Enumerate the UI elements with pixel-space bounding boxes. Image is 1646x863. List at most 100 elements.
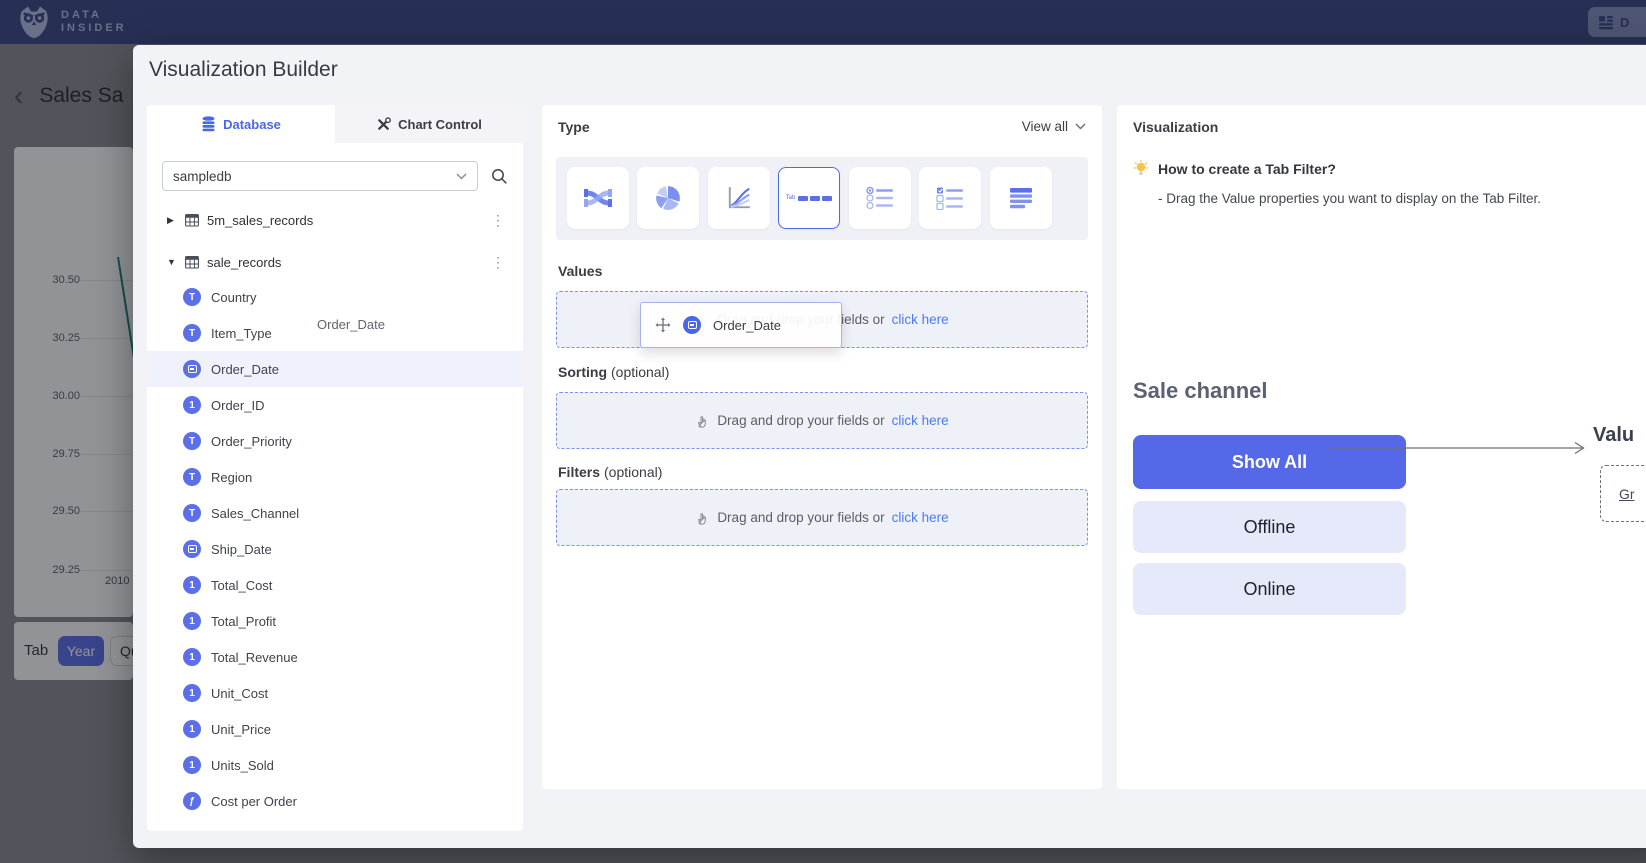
table-icon (185, 214, 199, 227)
field-row-units-sold[interactable]: 1Units_Sold (147, 747, 523, 783)
field-row-sales-channel[interactable]: TSales_Channel (147, 495, 523, 531)
chart-type-data-table[interactable] (990, 167, 1052, 229)
hand-pointer-icon (695, 413, 710, 429)
view-all-label: View all (1022, 119, 1068, 134)
number-type-icon: 1 (183, 684, 201, 702)
number-type-icon: 1 (183, 720, 201, 738)
kebab-menu-icon[interactable]: ⋮ (491, 254, 505, 271)
tab-chart-control[interactable]: Chart Control (335, 105, 523, 143)
field-row-total-profit[interactable]: 1Total_Profit (147, 603, 523, 639)
text-type-icon: T (183, 324, 201, 342)
number-type-icon: 1 (183, 756, 201, 774)
values-section-label: Values (558, 263, 606, 279)
click-here-link[interactable]: click here (892, 312, 949, 327)
sorting-dropzone[interactable]: Drag and drop your fields or click here (556, 392, 1088, 449)
caret-right-icon[interactable]: ▶ (167, 215, 177, 226)
chevron-down-icon (1075, 123, 1086, 130)
click-here-link[interactable]: click here (892, 413, 949, 428)
field-row-total-revenue[interactable]: 1Total_Revenue (147, 639, 523, 675)
field-row-order-id[interactable]: 1Order_ID (147, 387, 523, 423)
line-chart-icon (726, 185, 752, 211)
filters-section-label: Filters(optional) (558, 464, 662, 480)
brand-line-1: DATA (61, 9, 102, 21)
brand-text: DATA INSIDER (61, 9, 127, 35)
chart-type-tab-filter[interactable]: Tab (778, 167, 840, 229)
checkbox-list-icon (936, 186, 964, 210)
tools-icon (376, 117, 391, 132)
chart-type-checkbox-list[interactable] (919, 167, 981, 229)
function-type-icon: ƒ (183, 792, 201, 810)
chart-type-strip: Tab (556, 157, 1088, 240)
caret-down-icon[interactable]: ▼ (167, 257, 177, 267)
sorting-section-label: Sorting(optional) (558, 364, 669, 380)
tab-chart-control-label: Chart Control (398, 117, 482, 132)
kebab-menu-icon[interactable]: ⋮ (491, 212, 505, 229)
visualization-header: Visualization (1133, 119, 1218, 135)
click-here-link[interactable]: click here (892, 510, 949, 525)
data-table-icon (1008, 186, 1034, 210)
brand-logo[interactable]: DATA INSIDER (16, 4, 127, 40)
dashboard-nav-label: D (1620, 15, 1629, 30)
database-select-value: sampledb (173, 169, 232, 184)
date-type-icon (183, 540, 201, 558)
view-all-dropdown[interactable]: View all (1022, 119, 1086, 134)
field-row-cost-per-order[interactable]: ƒCost per Order (147, 783, 523, 819)
dashboard-grid-icon (1598, 15, 1614, 30)
move-icon (655, 317, 671, 333)
tab-database-label: Database (223, 117, 281, 132)
top-navbar: DATA INSIDER D (0, 0, 1646, 44)
pie-icon (655, 185, 681, 211)
field-row-order-date[interactable]: Order_Date (147, 351, 523, 387)
tab-filter-option-online[interactable]: Online (1133, 563, 1406, 615)
filters-dropzone[interactable]: Drag and drop your fields or click here (556, 489, 1088, 546)
table-name: sale_records (207, 255, 281, 270)
table-node-sale-records[interactable]: ▼ sale_records ⋮ (147, 247, 523, 277)
lightbulb-icon (1133, 160, 1149, 177)
number-type-icon: 1 (183, 396, 201, 414)
modal-title: Visualization Builder (149, 58, 338, 82)
date-type-icon (683, 316, 701, 334)
field-list: TCountry TItem_Type Order_Date 1Order_ID… (147, 279, 523, 819)
chart-type-pie[interactable] (637, 167, 699, 229)
annotation-dashed-box[interactable]: Gr (1600, 465, 1646, 522)
number-type-icon: 1 (183, 576, 201, 594)
widget-title: Sale channel (1133, 378, 1268, 404)
annotation-title: Valu (1593, 424, 1634, 447)
drag-chip-order-date[interactable]: Order_Date (640, 302, 842, 348)
owl-logo-icon (16, 4, 52, 40)
field-row-unit-price[interactable]: 1Unit_Price (147, 711, 523, 747)
drag-ghost-label: Order_Date (317, 317, 385, 332)
field-row-region[interactable]: TRegion (147, 459, 523, 495)
field-row-country[interactable]: TCountry (147, 279, 523, 315)
dashboard-nav-button[interactable]: D (1588, 7, 1646, 37)
panel-tabs: Database Chart Control (147, 105, 523, 143)
chart-type-sankey[interactable] (567, 167, 629, 229)
chart-type-radio-list[interactable] (849, 167, 911, 229)
tip-body: - Drag the Value properties you want to … (1158, 191, 1541, 206)
database-icon (201, 116, 216, 132)
table-node-5m-sales-records[interactable]: ▶ 5m_sales_records ⋮ (147, 205, 523, 235)
tip-title: How to create a Tab Filter? (1158, 161, 1336, 177)
text-type-icon: T (183, 432, 201, 450)
brand-line-2: INSIDER (61, 22, 127, 34)
tab-filter-option-offline[interactable]: Offline (1133, 501, 1406, 553)
tab-database[interactable]: Database (147, 105, 335, 143)
type-section-label: Type (558, 119, 590, 135)
chevron-down-icon (456, 173, 467, 180)
chart-type-line[interactable] (708, 167, 770, 229)
annotation-arrow (1329, 439, 1591, 457)
text-type-icon: T (183, 288, 201, 306)
database-select[interactable]: sampledb (162, 161, 478, 191)
field-row-ship-date[interactable]: Ship_Date (147, 531, 523, 567)
number-type-icon: 1 (183, 648, 201, 666)
annotation-box-label: Gr (1619, 486, 1635, 502)
field-row-order-priority[interactable]: TOrder_Priority (147, 423, 523, 459)
field-row-total-cost[interactable]: 1Total_Cost (147, 567, 523, 603)
text-type-icon: T (183, 504, 201, 522)
table-name: 5m_sales_records (207, 213, 313, 228)
field-row-unit-cost[interactable]: 1Unit_Cost (147, 675, 523, 711)
hand-pointer-icon (695, 510, 710, 526)
database-panel: Database Chart Control sampledb (147, 105, 523, 831)
date-type-icon (183, 360, 201, 378)
search-icon[interactable] (490, 167, 508, 185)
